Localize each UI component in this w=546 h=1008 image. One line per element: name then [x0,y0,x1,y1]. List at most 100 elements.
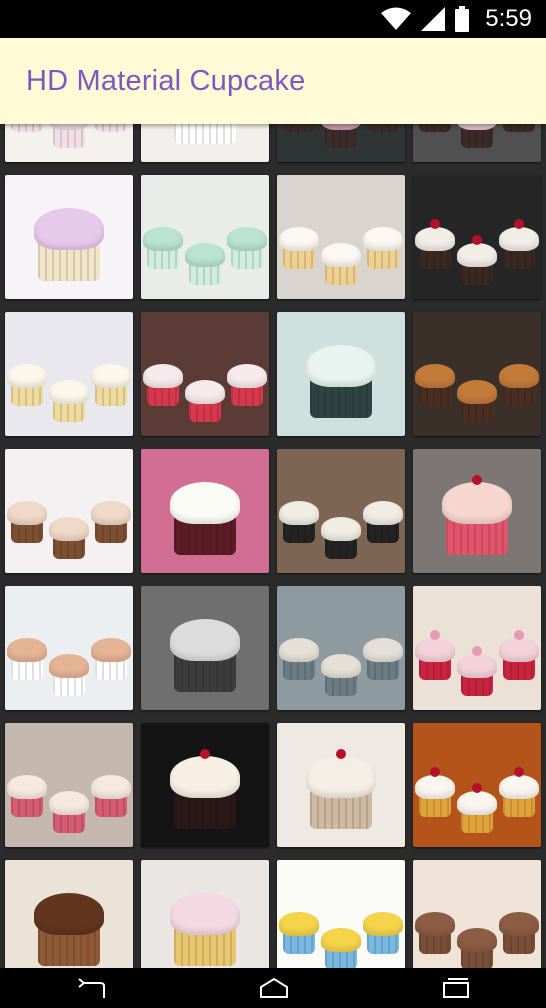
cupcake-frosting [185,243,225,267]
cupcake-liner [503,124,535,132]
cherry-topping [336,749,346,759]
clock-time: 5:59 [485,5,532,32]
cupcake-frosting [279,638,319,662]
gallery-thumbnail[interactable] [277,124,405,162]
gallery-thumbnail[interactable] [5,860,133,968]
gallery-thumbnail[interactable] [413,860,541,968]
cupcake-frosting [170,755,240,798]
cupcake-frosting [227,227,267,251]
cupcake-liner [283,124,315,132]
app-bar: HD Material Cupcake [0,38,546,124]
cupcake-frosting [321,243,361,267]
cupcake-frosting [91,364,131,388]
cupcake-liner [419,124,451,132]
cherry-topping [514,219,524,229]
status-bar: 5:59 [0,0,546,38]
cupcake-frosting [279,912,319,936]
cupcake-frosting [279,227,319,251]
cupcake-frosting [321,928,361,952]
gallery-thumbnail[interactable] [277,449,405,573]
cherry-topping [430,767,440,777]
gallery-thumbnail[interactable] [5,124,133,162]
cupcake-frosting [415,638,455,662]
cupcake-frosting [321,654,361,678]
cupcake-frosting [499,638,539,662]
cupcake-frosting [143,227,183,251]
cherry-topping [430,219,440,229]
gallery-thumbnail[interactable] [277,586,405,710]
gallery-thumbnail[interactable] [277,312,405,436]
cupcake-frosting [7,364,47,388]
battery-icon [455,6,470,32]
cupcake-frosting [143,364,183,388]
gallery-thumbnail[interactable] [413,449,541,573]
cherry-topping [200,749,210,759]
cupcake-frosting [415,227,455,251]
gallery-thumbnail[interactable] [141,124,269,162]
home-button[interactable] [259,977,289,999]
cupcake-frosting [7,775,47,799]
gallery-thumbnail[interactable] [413,586,541,710]
cupcake-frosting [227,364,267,388]
cupcake-frosting [457,380,497,404]
gallery-thumbnail[interactable] [141,175,269,299]
cupcake-frosting [279,501,319,525]
gallery-thumbnail[interactable] [5,312,133,436]
cupcake-gallery[interactable] [0,124,546,968]
cupcake-frosting [170,892,240,935]
gallery-thumbnail[interactable] [5,175,133,299]
gallery-thumbnail[interactable] [141,586,269,710]
cupcake-frosting [91,501,131,525]
gallery-thumbnail[interactable] [5,586,133,710]
gallery-thumbnail[interactable] [277,723,405,847]
cupcake-liner [367,124,399,132]
cupcake-frosting [49,517,89,541]
cupcake-frosting [457,928,497,952]
gallery-thumbnail[interactable] [413,124,541,162]
cupcake-frosting [49,791,89,815]
cupcake-frosting [415,775,455,799]
cupcake-frosting [363,227,403,251]
cupcake-frosting [457,654,497,678]
gallery-thumbnail[interactable] [141,723,269,847]
cherry-topping [472,235,482,245]
gallery-thumbnail[interactable] [413,175,541,299]
gallery-thumbnail[interactable] [141,860,269,968]
gallery-thumbnail[interactable] [141,449,269,573]
gallery-thumbnail[interactable] [5,449,133,573]
gallery-thumbnail[interactable] [413,312,541,436]
gallery-thumbnail[interactable] [141,312,269,436]
cupcake-frosting [306,344,376,387]
cupcake-liner [174,124,236,144]
cherry-topping [472,783,482,793]
cupcake-frosting [49,654,89,678]
cherry-topping [514,630,524,640]
cupcake-frosting [170,481,240,524]
cupcake-frosting [415,912,455,936]
cherry-topping [472,475,482,485]
gallery-thumbnail[interactable] [277,860,405,968]
cupcake-frosting [7,501,47,525]
navigation-bar [0,968,546,1008]
gallery-thumbnail[interactable] [277,175,405,299]
cupcake-frosting [442,481,512,524]
cupcake-liner [11,124,43,132]
cupcake-frosting [34,207,104,250]
wifi-icon [381,7,412,31]
cupcake-frosting [363,501,403,525]
cupcake-frosting [170,618,240,661]
cupcake-frosting [499,364,539,388]
cupcake-frosting [457,791,497,815]
cherry-topping [514,767,524,777]
cupcake-frosting [457,243,497,267]
back-button[interactable] [76,978,106,998]
gallery-thumbnail[interactable] [5,723,133,847]
signal-icon [421,7,446,31]
cupcake-frosting [91,638,131,662]
gallery-thumbnail[interactable] [413,723,541,847]
recent-apps-button[interactable] [442,977,470,999]
cupcake-frosting [91,775,131,799]
cupcake-liner [95,124,127,132]
cupcake-frosting [185,380,225,404]
cupcake-frosting [363,912,403,936]
